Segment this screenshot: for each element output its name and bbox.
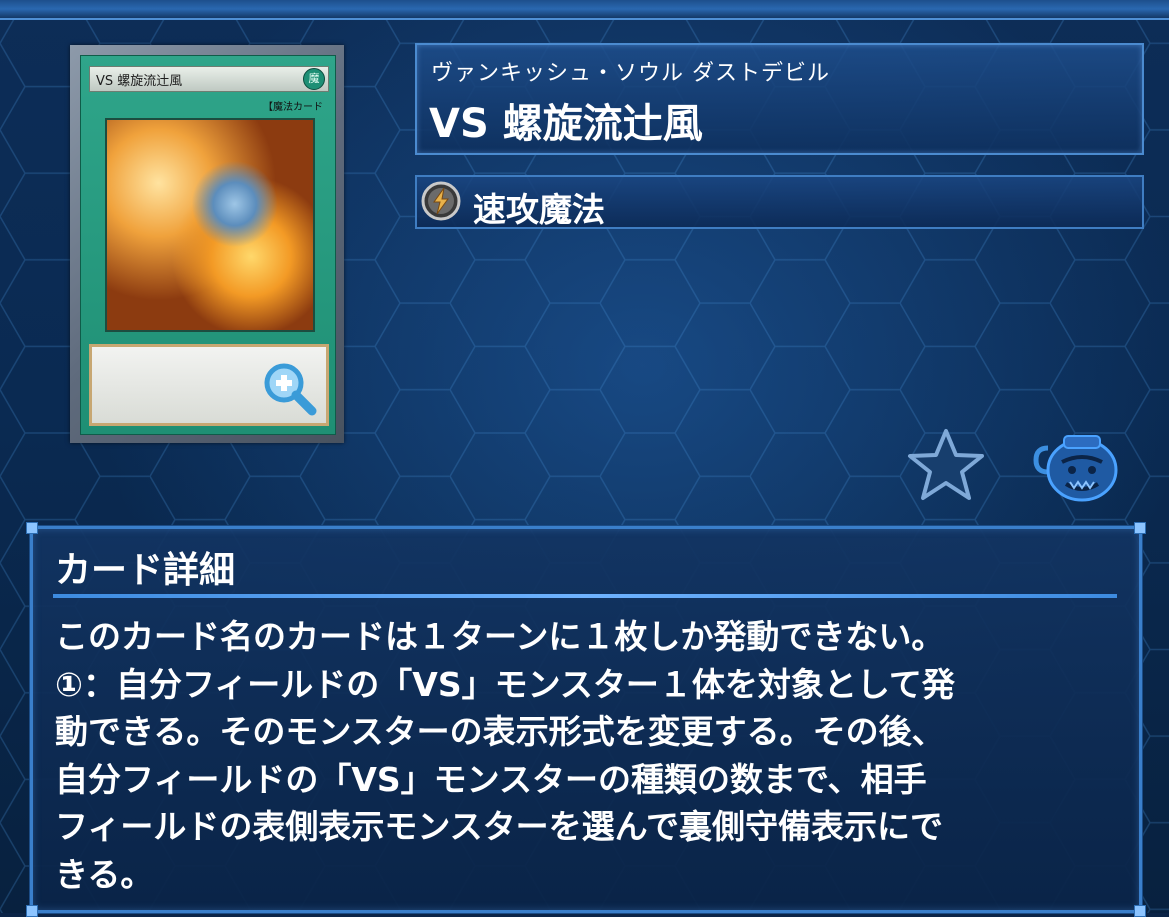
spell-attribute-icon: 魔 bbox=[303, 68, 325, 90]
card-text-box bbox=[89, 344, 329, 426]
panel-corner-decoration bbox=[1134, 522, 1146, 534]
card-name-reading: ヴァンキッシュ・ソウル ダストデビル bbox=[431, 61, 830, 86]
star-icon[interactable] bbox=[906, 426, 986, 504]
card-detail-panel: カード詳細 このカード名のカードは１ターンに１枚しか発動できない。 ①：自分フィ… bbox=[26, 522, 1146, 917]
card-image-name: VS 螺旋流辻風 bbox=[96, 74, 183, 89]
card-name-panel: ヴァンキッシュ・ソウル ダストデビル VS 螺旋流辻風 bbox=[415, 43, 1144, 155]
panel-corner-decoration bbox=[1134, 905, 1146, 917]
detail-title: カード詳細 bbox=[55, 550, 236, 591]
card-type-panel: 速攻魔法 bbox=[415, 175, 1144, 229]
quick-play-spell-icon bbox=[421, 181, 461, 221]
card-effect-text: このカード名のカードは１ターンに１枚しか発動できない。 ①：自分フィールドの「V… bbox=[55, 617, 955, 894]
pot-icon[interactable] bbox=[1030, 426, 1126, 504]
card-body: VS 螺旋流辻風 魔 【魔法カード bbox=[80, 55, 336, 435]
panel-corner-decoration bbox=[26, 522, 38, 534]
card-name-plate: VS 螺旋流辻風 魔 bbox=[89, 66, 329, 92]
top-bar bbox=[0, 0, 1169, 20]
detail-divider bbox=[53, 594, 1117, 598]
spell-type-label: 速攻魔法 bbox=[473, 190, 605, 229]
card-image[interactable]: VS 螺旋流辻風 魔 【魔法カード bbox=[70, 45, 344, 443]
card-name: VS 螺旋流辻風 bbox=[429, 101, 703, 147]
card-artwork bbox=[105, 118, 315, 332]
zoom-in-icon[interactable] bbox=[260, 359, 318, 417]
panel-corner-decoration bbox=[26, 905, 38, 917]
card-type-line: 【魔法カード bbox=[263, 102, 323, 113]
